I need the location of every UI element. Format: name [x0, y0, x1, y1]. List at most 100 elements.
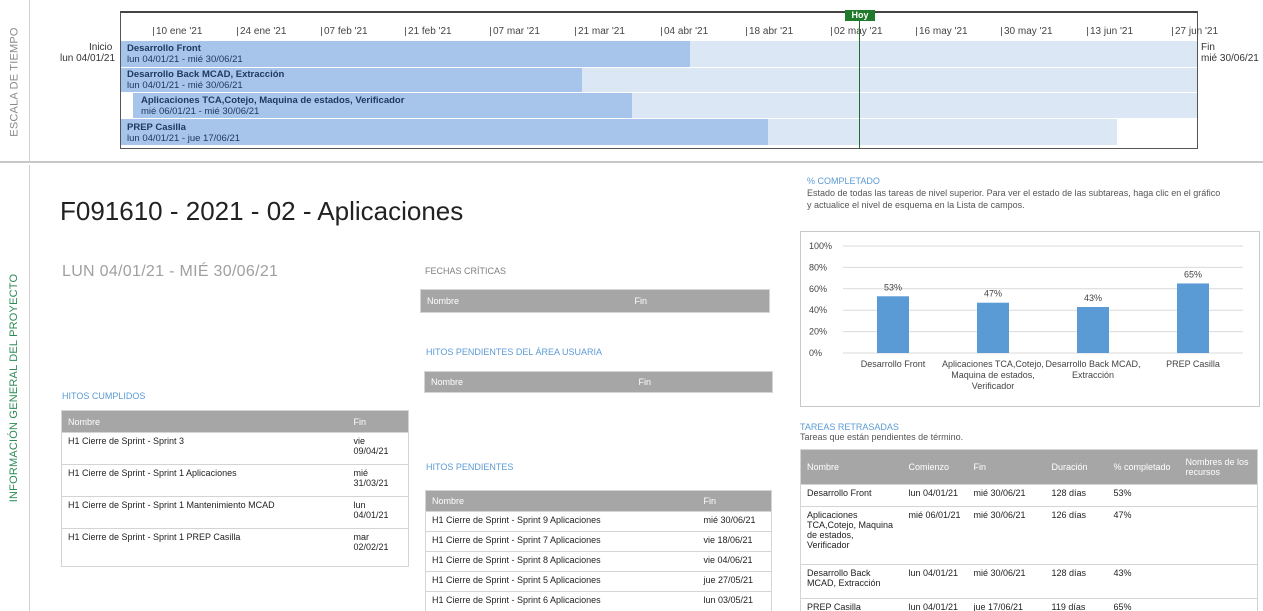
- timeline-tick: 02 may '21: [831, 27, 883, 37]
- column-header[interactable]: Nombre: [420, 289, 629, 313]
- column-header[interactable]: Nombre: [424, 371, 633, 393]
- chart-bar[interactable]: [977, 302, 1009, 353]
- column-header[interactable]: Nombres de los recursos: [1179, 449, 1258, 485]
- timeline-bar-label: PREP Casilla lun 04/01/21 - jue 17/06/21: [127, 122, 241, 144]
- critical-dates-label: FECHAS CRÍTICAS: [425, 266, 507, 276]
- chart-bar[interactable]: [1077, 306, 1109, 353]
- table-row[interactable]: H1 Cierre de Sprint - Sprint 5 Aplicacio…: [425, 571, 772, 592]
- completed-milestones-table[interactable]: Nombre Fin H1 Cierre de Sprint - Sprint …: [61, 410, 409, 567]
- task-start: lun 04/01/21: [902, 564, 968, 599]
- task-percent: 53%: [1107, 484, 1180, 507]
- timeline-finish-date: mié 30/06/21: [1201, 53, 1259, 64]
- timeline-tick: 13 jun '21: [1087, 27, 1133, 37]
- chart-y-tick-label: 20%: [809, 327, 827, 337]
- task-finish: mié 30/06/21: [967, 506, 1046, 565]
- timeline-panel[interactable]: ESCALA DE TIEMPO Inicio lun 04/01/21 Fin…: [0, 0, 1263, 163]
- column-header[interactable]: Nombre: [800, 449, 903, 485]
- milestone-name: H1 Cierre de Sprint - Sprint 1 Aplicacio…: [61, 464, 348, 497]
- timeline-tick: 24 ene '21: [237, 27, 286, 37]
- column-header[interactable]: Nombre: [425, 490, 698, 512]
- chart-bar[interactable]: [877, 296, 909, 353]
- column-header[interactable]: Nombre: [61, 410, 348, 433]
- table-row[interactable]: Desarrollo Back MCAD, Extracción lun 04/…: [800, 564, 1258, 599]
- task-start: mié 06/01/21: [902, 506, 968, 565]
- critical-dates-table[interactable]: Nombre Fin: [420, 289, 770, 313]
- user-milestones-table[interactable]: Nombre Fin: [424, 371, 773, 393]
- milestone-date: lun 04/01/21: [347, 496, 409, 529]
- chart-data-label: 65%: [1184, 269, 1202, 279]
- timeline-tick: 21 feb '21: [405, 27, 452, 37]
- completed-milestones-label: HITOS CUMPLIDOS: [62, 391, 146, 401]
- today-marker-line: [859, 18, 860, 149]
- column-header[interactable]: Fin: [697, 490, 772, 512]
- timeline-tick: 10 ene '21: [153, 27, 202, 37]
- timeline-tick: 07 feb '21: [321, 27, 368, 37]
- task-duration: 119 días: [1045, 598, 1108, 611]
- milestone-date: vie 09/04/21: [347, 432, 409, 465]
- timeline-finish-label: Fin: [1201, 42, 1215, 53]
- delayed-tasks-subtitle: Tareas que están pendientes de término.: [800, 432, 964, 442]
- table-row[interactable]: H1 Cierre de Sprint - Sprint 8 Aplicacio…: [425, 551, 772, 572]
- milestone-name: H1 Cierre de Sprint - Sprint 9 Aplicacio…: [425, 511, 698, 532]
- table-row[interactable]: PREP Casilla lun 04/01/21 jue 17/06/21 1…: [800, 598, 1258, 611]
- task-name: Desarrollo Front: [800, 484, 903, 507]
- task-name: PREP Casilla: [800, 598, 903, 611]
- delayed-tasks-table[interactable]: Nombre Comienzo Fin Duración % completad…: [800, 449, 1258, 611]
- milestone-name: H1 Cierre de Sprint - Sprint 3: [61, 432, 348, 465]
- timeline-bar-label: Aplicaciones TCA,Cotejo, Maquina de esta…: [141, 95, 405, 117]
- task-resources: [1179, 598, 1258, 611]
- chart-y-tick-label: 60%: [809, 284, 827, 294]
- chart-bar[interactable]: [1177, 283, 1209, 353]
- pending-milestones-table[interactable]: Nombre Fin H1 Cierre de Sprint - Sprint …: [425, 490, 772, 611]
- column-header[interactable]: Comienzo: [902, 449, 968, 485]
- chart-category-label: PREP Casilla: [1166, 359, 1220, 369]
- milestone-date: jue 27/05/21: [697, 571, 772, 592]
- table-row[interactable]: H1 Cierre de Sprint - Sprint 9 Aplicacio…: [425, 511, 772, 532]
- task-percent: 43%: [1107, 564, 1180, 599]
- task-duration: 128 días: [1045, 484, 1108, 507]
- table-row[interactable]: H1 Cierre de Sprint - Sprint 1 PREP Casi…: [61, 528, 409, 567]
- table-row[interactable]: H1 Cierre de Sprint - Sprint 6 Aplicacio…: [425, 591, 772, 611]
- task-name: Aplicaciones TCA,Cotejo, Maquina de esta…: [800, 506, 903, 565]
- chart-category-label: Desarrollo Back MCAD,: [1045, 359, 1140, 369]
- column-header[interactable]: Fin: [632, 371, 773, 393]
- pending-milestones-label: HITOS PENDIENTES: [426, 462, 514, 472]
- task-resources: [1179, 506, 1258, 565]
- milestone-name: H1 Cierre de Sprint - Sprint 1 PREP Casi…: [61, 528, 348, 567]
- column-header[interactable]: Duración: [1045, 449, 1108, 485]
- milestone-date: lun 03/05/21: [697, 591, 772, 611]
- timeline-bar-label: Desarrollo Back MCAD, Extracción lun 04/…: [127, 69, 285, 91]
- milestone-name: H1 Cierre de Sprint - Sprint 5 Aplicacio…: [425, 571, 698, 592]
- milestone-name: H1 Cierre de Sprint - Sprint 8 Aplicacio…: [425, 551, 698, 572]
- chart-y-tick-label: 40%: [809, 305, 827, 315]
- milestone-date: vie 18/06/21: [697, 531, 772, 552]
- table-row[interactable]: H1 Cierre de Sprint - Sprint 1 Mantenimi…: [61, 496, 409, 529]
- percent-complete-chart[interactable]: 0% 20% 40% 60% 80% 100% 53% Desarrollo Front 47%…: [800, 231, 1260, 407]
- table-row[interactable]: Aplicaciones TCA,Cotejo, Maquina de esta…: [800, 506, 1258, 565]
- timeline-tick: 30 may '21: [1001, 27, 1053, 37]
- table-row[interactable]: H1 Cierre de Sprint - Sprint 3 vie 09/04…: [61, 432, 409, 465]
- column-header[interactable]: Fin: [347, 410, 409, 433]
- chart-data-label: 47%: [984, 289, 1002, 299]
- milestone-date: mié 30/06/21: [697, 511, 772, 532]
- task-resources: [1179, 564, 1258, 599]
- timeline-tick: 21 mar '21: [575, 27, 625, 37]
- chart-y-tick-label: 80%: [809, 262, 827, 272]
- column-header[interactable]: % completado: [1107, 449, 1180, 485]
- column-header[interactable]: Fin: [967, 449, 1046, 485]
- today-badge: Hoy: [845, 10, 875, 21]
- column-header[interactable]: Fin: [628, 289, 770, 313]
- task-finish: jue 17/06/21: [967, 598, 1046, 611]
- percent-complete-label: % COMPLETADO: [807, 176, 880, 186]
- timeline-tick: 16 may '21: [916, 27, 968, 37]
- table-row[interactable]: Desarrollo Front lun 04/01/21 mié 30/06/…: [800, 484, 1258, 507]
- chart-y-tick-label: 100%: [809, 241, 832, 251]
- task-duration: 126 días: [1045, 506, 1108, 565]
- overview-side-label: INFORMACIÓN GENERAL DEL PROYECTO: [0, 165, 30, 611]
- percent-complete-description: Estado de todas las tareas de nivel supe…: [807, 188, 1221, 210]
- timeline-start-date: lun 04/01/21: [60, 53, 116, 64]
- project-title: F091610 - 2021 - 02 - Aplicaciones: [60, 196, 464, 226]
- task-percent: 65%: [1107, 598, 1180, 611]
- table-row[interactable]: H1 Cierre de Sprint - Sprint 1 Aplicacio…: [61, 464, 409, 497]
- table-row[interactable]: H1 Cierre de Sprint - Sprint 7 Aplicacio…: [425, 531, 772, 552]
